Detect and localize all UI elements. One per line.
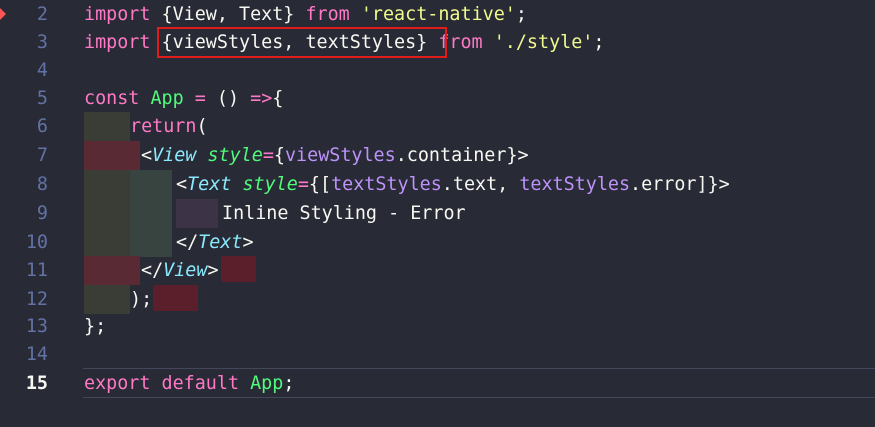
line-number: 7 (36, 145, 48, 166)
code-line[interactable]: 4 (0, 56, 875, 85)
code-text: import {View, Text} from 'react-native'; (84, 4, 527, 25)
line-number: 14 (25, 344, 48, 365)
code-line[interactable]: 2 import {View, Text} from 'react-native… (0, 0, 875, 29)
line-number: 11 (25, 260, 48, 281)
code-line[interactable]: 10 </Text> (0, 228, 875, 257)
line-number: 4 (36, 60, 48, 81)
code-text: export default App; (84, 373, 295, 394)
code-line[interactable]: 7 <View style={viewStyles.container}> (0, 141, 875, 170)
line-number: 10 (25, 232, 48, 253)
line-number: 5 (36, 88, 48, 109)
code-line[interactable]: 5 const App = () =>{ (0, 84, 875, 113)
code-text: </Text> (176, 232, 254, 253)
line-number: 15 (25, 373, 48, 394)
code-text: Inline Styling - Error (222, 203, 466, 224)
code-line[interactable]: 13 }; (0, 312, 875, 341)
code-line-active[interactable]: 15 export default App; (0, 369, 875, 398)
code-text: }; (84, 316, 107, 337)
code-line[interactable]: 6 return( (0, 112, 875, 141)
code-line[interactable]: 11 </View> (0, 256, 875, 285)
line-number: 8 (36, 174, 48, 195)
code-line[interactable]: 14 (0, 340, 875, 369)
line-number: 3 (36, 32, 48, 53)
code-text: return( (130, 116, 208, 137)
code-line[interactable]: 9 Inline Styling - Error (0, 199, 875, 228)
line-number: 12 (25, 289, 48, 310)
code-line[interactable]: 8 <Text style={[textStyles.text, textSty… (0, 170, 875, 199)
code-editor[interactable]: 2 import {View, Text} from 'react-native… (0, 0, 875, 427)
code-text: <View style={viewStyles.container}> (141, 145, 529, 166)
code-text: </View> (141, 260, 219, 281)
line-number: 9 (36, 203, 48, 224)
code-text: <Text style={[textStyles.text, textStyle… (176, 174, 730, 195)
annotation-highlight-box (157, 27, 447, 58)
code-line[interactable]: 12 ); (0, 285, 875, 314)
line-number: 2 (36, 4, 48, 25)
code-text: ); (130, 289, 153, 310)
code-text: const App = () =>{ (84, 88, 284, 109)
line-number: 13 (25, 316, 48, 337)
line-number: 6 (36, 116, 48, 137)
